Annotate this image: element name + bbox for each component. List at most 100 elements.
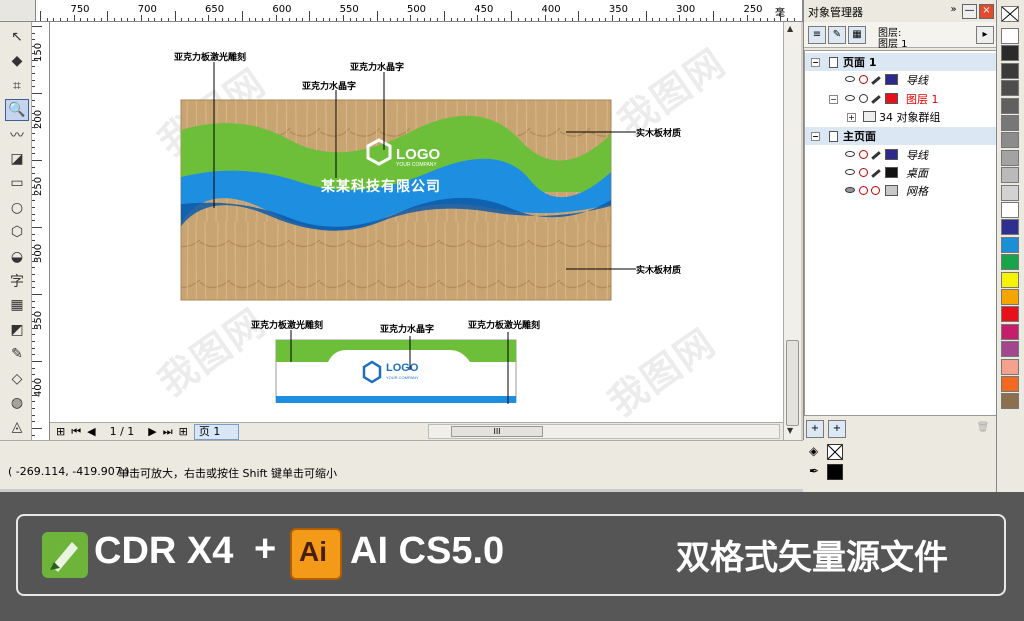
tab-page-1[interactable]: 页 1 bbox=[193, 423, 240, 440]
visibility-eye-icon[interactable] bbox=[845, 151, 855, 157]
palette-swatch[interactable] bbox=[1001, 97, 1019, 114]
palette-swatch[interactable] bbox=[1001, 149, 1019, 166]
edit-lock-icon[interactable] bbox=[871, 186, 880, 195]
outline-tool[interactable]: ◇ bbox=[5, 368, 29, 390]
tree-grid[interactable]: 网格 bbox=[805, 182, 996, 200]
expand-icon[interactable]: + bbox=[847, 112, 856, 122]
edit-pencil-icon[interactable] bbox=[871, 76, 881, 85]
fill-swatch-none[interactable] bbox=[827, 444, 843, 460]
docker-menu-arrow-icon[interactable]: ▸ bbox=[976, 26, 994, 44]
palette-swatch[interactable] bbox=[1001, 254, 1019, 271]
tree-page-1[interactable]: − 页面 1 bbox=[805, 53, 996, 71]
tree-layer-1[interactable]: − 图层 1 bbox=[805, 90, 996, 108]
edit-pencil-icon[interactable] bbox=[871, 95, 881, 104]
visibility-eye-icon[interactable] bbox=[845, 76, 855, 82]
print-toggle-icon[interactable] bbox=[859, 168, 868, 177]
crop-tool[interactable]: ⌗ bbox=[5, 75, 29, 97]
edit-across-layers-icon[interactable]: ✎ bbox=[828, 26, 846, 44]
smart-fill-tool[interactable]: ◪ bbox=[5, 148, 29, 170]
palette-swatch[interactable] bbox=[1001, 202, 1019, 218]
ruler-corner[interactable] bbox=[0, 0, 36, 22]
horizontal-scrollbar[interactable]: III bbox=[428, 424, 780, 439]
horizontal-ruler[interactable]: 750700650600550500450400350300250毫米 bbox=[36, 0, 803, 34]
next-page-button[interactable]: ▶ bbox=[148, 425, 156, 438]
palette-swatch[interactable] bbox=[1001, 219, 1019, 236]
print-toggle-icon[interactable] bbox=[859, 94, 868, 103]
palette-swatch[interactable] bbox=[1001, 376, 1019, 392]
collapse-icon[interactable]: − bbox=[829, 94, 838, 104]
prev-page-button[interactable]: ◀ bbox=[87, 425, 95, 438]
tree-object-group[interactable]: + 34 对象群组 bbox=[805, 108, 996, 126]
close-button[interactable]: × bbox=[979, 4, 994, 19]
last-page-button[interactable]: ⏭ bbox=[163, 425, 173, 439]
layer-color-swatch[interactable] bbox=[885, 185, 898, 196]
palette-swatch[interactable] bbox=[1001, 167, 1019, 184]
palette-swatch[interactable] bbox=[1001, 236, 1019, 253]
drawing-canvas[interactable]: 我图网 我图网 我图网 我图网 bbox=[50, 22, 783, 422]
tree-master-page[interactable]: − 主页面 bbox=[805, 127, 996, 145]
edit-pencil-icon[interactable] bbox=[871, 169, 881, 178]
palette-swatch[interactable] bbox=[1001, 62, 1019, 79]
new-layer-icon[interactable]: + bbox=[806, 420, 824, 438]
ellipse-tool[interactable]: ○ bbox=[5, 197, 29, 219]
layer-color-swatch[interactable] bbox=[885, 93, 898, 104]
palette-swatch[interactable] bbox=[1001, 132, 1019, 149]
print-toggle-icon[interactable] bbox=[859, 186, 868, 195]
vertical-scrollbar[interactable]: ▲ ▼ bbox=[783, 22, 801, 440]
palette-swatch[interactable] bbox=[1001, 393, 1019, 410]
layer-color-swatch[interactable] bbox=[885, 167, 898, 178]
shape-tool[interactable]: ◆ bbox=[5, 50, 29, 72]
visibility-eye-icon[interactable] bbox=[845, 187, 855, 193]
edit-pencil-icon[interactable] bbox=[871, 151, 881, 160]
vertical-scroll-thumb[interactable] bbox=[786, 340, 799, 426]
table-tool[interactable]: ▦ bbox=[5, 294, 29, 316]
visibility-eye-icon[interactable] bbox=[845, 169, 855, 175]
scroll-up-arrow[interactable]: ▲ bbox=[787, 24, 793, 33]
palette-swatch[interactable] bbox=[1001, 306, 1019, 323]
layer-color-swatch[interactable] bbox=[885, 74, 898, 85]
outline-swatch[interactable] bbox=[827, 464, 843, 480]
first-page-button[interactable]: ⏮ bbox=[71, 425, 81, 439]
tree-desktop[interactable]: 桌面 bbox=[805, 164, 996, 182]
palette-swatch[interactable] bbox=[1001, 115, 1019, 131]
eyedropper-tool[interactable]: ✎ bbox=[5, 343, 29, 365]
new-master-layer-icon[interactable]: + bbox=[828, 420, 846, 438]
add-page-after-icon[interactable]: ⊞ bbox=[179, 425, 188, 438]
freehand-tool[interactable]: 〰 bbox=[5, 124, 29, 146]
tree-guides-layer[interactable]: 导线 bbox=[805, 71, 996, 89]
palette-swatch[interactable] bbox=[1001, 184, 1019, 201]
palette-swatch[interactable] bbox=[1001, 271, 1019, 288]
vertical-ruler[interactable]: 150 200 250 300 350 400 bbox=[32, 22, 50, 440]
pick-tool[interactable]: ↖ bbox=[5, 26, 29, 48]
collapse-icon[interactable]: » bbox=[946, 4, 961, 19]
minimize-button[interactable]: — bbox=[962, 4, 977, 19]
collapse-icon[interactable]: − bbox=[811, 57, 820, 67]
zoom-tool[interactable]: 🔍 bbox=[5, 99, 29, 122]
add-page-before-icon[interactable]: ⊞ bbox=[56, 425, 65, 438]
print-toggle-icon[interactable] bbox=[859, 75, 868, 84]
palette-swatch[interactable] bbox=[1001, 28, 1019, 44]
horizontal-scroll-thumb[interactable]: III bbox=[451, 426, 543, 437]
show-properties-icon[interactable]: ≡ bbox=[808, 26, 826, 44]
palette-swatch[interactable] bbox=[1001, 45, 1019, 62]
visibility-eye-icon[interactable] bbox=[845, 95, 855, 101]
fill-tool[interactable]: ◍ bbox=[5, 392, 29, 414]
palette-swatch[interactable] bbox=[1001, 289, 1019, 305]
polygon-tool[interactable]: ⬡ bbox=[5, 221, 29, 243]
no-color-swatch[interactable] bbox=[1001, 6, 1019, 22]
palette-swatch[interactable] bbox=[1001, 358, 1019, 375]
layer-manager-view-icon[interactable]: ▦ bbox=[848, 26, 866, 44]
palette-swatch[interactable] bbox=[1001, 323, 1019, 340]
interactive-tool[interactable]: ◩ bbox=[5, 319, 29, 341]
trash-icon[interactable]: 🗑 bbox=[974, 420, 992, 438]
palette-swatch[interactable] bbox=[1001, 341, 1019, 358]
text-tool[interactable]: 字 bbox=[5, 270, 29, 292]
print-toggle-icon[interactable] bbox=[859, 150, 868, 159]
tree-master-guides[interactable]: 导线 bbox=[805, 146, 996, 164]
layer-color-swatch[interactable] bbox=[885, 149, 898, 160]
basic-shapes-tool[interactable]: ◒ bbox=[5, 246, 29, 268]
scroll-down-arrow[interactable]: ▼ bbox=[787, 426, 793, 435]
rectangle-tool[interactable]: ▭ bbox=[5, 172, 29, 194]
collapse-icon[interactable]: − bbox=[811, 131, 820, 141]
interactive-fill-tool[interactable]: ◬ bbox=[5, 416, 29, 438]
